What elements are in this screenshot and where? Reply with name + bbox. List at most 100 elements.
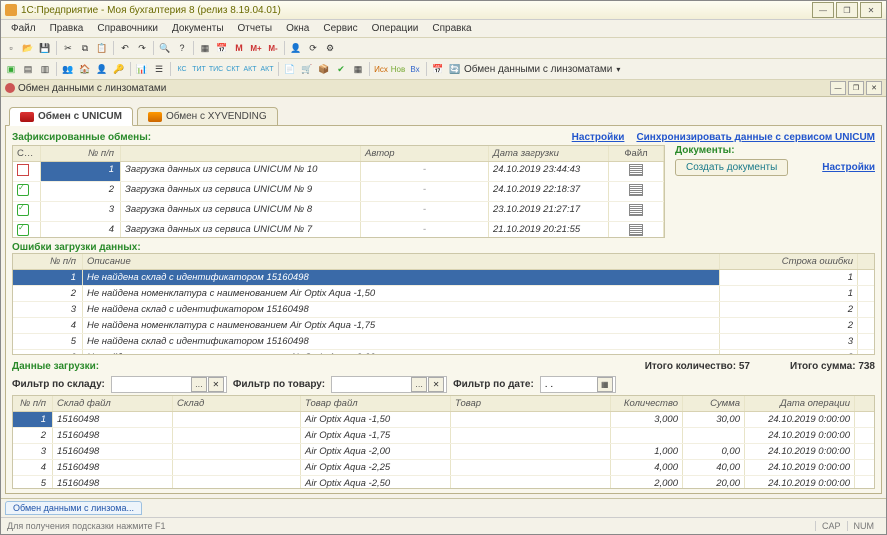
errors-grid[interactable]: № п/п Описание Строка ошибки 1Не найдена…: [12, 253, 875, 355]
tb2-2-icon[interactable]: ▤: [20, 61, 36, 77]
m-icon[interactable]: M: [231, 40, 247, 56]
col-num[interactable]: № п/п: [41, 146, 121, 161]
col-idx[interactable]: № п/п: [13, 396, 53, 411]
data-row[interactable]: 415160498Air Optix Aqua -2,254,00040,002…: [13, 460, 874, 476]
tb2-report-icon[interactable]: 📊: [134, 61, 150, 77]
col-err-line[interactable]: Строка ошибки: [720, 254, 858, 269]
tb2-doc-icon[interactable]: 📄: [282, 61, 298, 77]
tb2-tis-icon[interactable]: ТИС: [208, 61, 224, 77]
settings-link[interactable]: Настройки: [572, 132, 625, 143]
menu-edit[interactable]: Правка: [44, 22, 90, 35]
col-status[interactable]: Статус: [13, 146, 41, 161]
find-icon[interactable]: 🔍: [157, 40, 173, 56]
paste-icon[interactable]: 📋: [94, 40, 110, 56]
error-row[interactable]: 3Не найдена склад с идентификатором 1516…: [13, 302, 874, 318]
data-row[interactable]: 315160498Air Optix Aqua -2,001,0000,0024…: [13, 444, 874, 460]
dropdown-icon[interactable]: ▾: [613, 65, 623, 74]
tb2-sheet-icon[interactable]: ▦: [350, 61, 366, 77]
file-icon[interactable]: [629, 224, 643, 236]
file-icon[interactable]: [629, 184, 643, 196]
settings-icon[interactable]: ⚙: [322, 40, 338, 56]
file-icon[interactable]: [629, 204, 643, 216]
menu-ops[interactable]: Операции: [366, 22, 425, 35]
tb2-7-icon[interactable]: 🔑: [111, 61, 127, 77]
exchanges-grid[interactable]: Статус № п/п Автор Дата загрузки Файл 1З…: [12, 145, 665, 238]
filter-warehouse-input[interactable]: …✕: [111, 376, 227, 393]
toolbar2-label[interactable]: Обмен данными с линзоматами: [464, 64, 612, 75]
cut-icon[interactable]: ✂: [60, 40, 76, 56]
subwindow-titlebar[interactable]: Обмен данными с линзоматами — ❐ ✕: [1, 80, 886, 97]
file-icon[interactable]: [629, 164, 643, 176]
filter-date-input[interactable]: ▦: [540, 376, 616, 393]
calendar-icon[interactable]: 📅: [214, 40, 230, 56]
tb2-check-icon[interactable]: ✔: [333, 61, 349, 77]
date-picker-icon[interactable]: ▦: [597, 377, 613, 392]
col-sum[interactable]: Сумма: [683, 396, 745, 411]
warehouse-select-icon[interactable]: …: [191, 377, 207, 392]
col-author[interactable]: Автор: [361, 146, 489, 161]
product-clear-icon[interactable]: ✕: [428, 377, 444, 392]
menu-refs[interactable]: Справочники: [91, 22, 164, 35]
warehouse-clear-icon[interactable]: ✕: [208, 377, 224, 392]
docs-settings-link[interactable]: Настройки: [822, 162, 875, 173]
sub-restore-button[interactable]: ❐: [848, 81, 864, 95]
col-date[interactable]: Дата загрузки: [489, 146, 609, 161]
tb2-akt-icon[interactable]: АКТ: [242, 61, 258, 77]
menu-help[interactable]: Справка: [426, 22, 477, 35]
exchange-row[interactable]: 3Загрузка данных из сервиса UNICUM № 8-2…: [13, 202, 664, 222]
col-sklf[interactable]: Склад файл: [53, 396, 173, 411]
open-icon[interactable]: 📂: [20, 40, 36, 56]
menu-docs[interactable]: Документы: [166, 22, 230, 35]
product-select-icon[interactable]: …: [411, 377, 427, 392]
tb2-act-icon[interactable]: АКТ: [259, 61, 275, 77]
menu-file[interactable]: Файл: [5, 22, 42, 35]
menu-reports[interactable]: Отчеты: [232, 22, 279, 35]
sub-close-button[interactable]: ✕: [866, 81, 882, 95]
tb2-4-icon[interactable]: 👥: [60, 61, 76, 77]
tab-xyvending[interactable]: Обмен с XYVENDING: [137, 107, 278, 125]
data-grid[interactable]: № п/п Склад файл Склад Товар файл Товар …: [12, 395, 875, 489]
calc-icon[interactable]: ▦: [197, 40, 213, 56]
col-skl[interactable]: Склад: [173, 396, 301, 411]
mplus-icon[interactable]: M+: [248, 40, 264, 56]
tb2-tit-icon[interactable]: ТИТ: [191, 61, 207, 77]
col-err-desc[interactable]: Описание: [83, 254, 720, 269]
exchange-row[interactable]: 4Загрузка данных из сервиса UNICUM № 7-2…: [13, 222, 664, 237]
tb2-bx-icon[interactable]: Вх: [407, 61, 423, 77]
menu-windows[interactable]: Окна: [280, 22, 315, 35]
titlebar[interactable]: 1С:Предприятие - Моя бухгалтерия 8 (рели…: [1, 1, 886, 20]
exchange-row[interactable]: 1Загрузка данных из сервиса UNICUM № 10-…: [13, 162, 664, 182]
tb2-1-icon[interactable]: ▣: [3, 61, 19, 77]
close-button[interactable]: ✕: [860, 2, 882, 18]
col-tovf[interactable]: Товар файл: [301, 396, 451, 411]
refresh-icon[interactable]: ⟳: [305, 40, 321, 56]
data-row[interactable]: 515160498Air Optix Aqua -2,502,00020,002…: [13, 476, 874, 488]
tb2-3-icon[interactable]: ▥: [37, 61, 53, 77]
col-file[interactable]: Файл: [609, 146, 664, 161]
help-icon[interactable]: ?: [174, 40, 190, 56]
error-row[interactable]: 4Не найдена номенклатура с наименованием…: [13, 318, 874, 334]
col-tov[interactable]: Товар: [451, 396, 611, 411]
data-row[interactable]: 215160498Air Optix Aqua -1,7524.10.2019 …: [13, 428, 874, 444]
user-icon[interactable]: 👤: [288, 40, 304, 56]
exchange-row[interactable]: 2Загрузка данных из сервиса UNICUM № 9-2…: [13, 182, 664, 202]
save-icon[interactable]: 💾: [37, 40, 53, 56]
sync-link[interactable]: Синхронизировать данные с сервисом UNICU…: [636, 132, 875, 143]
maximize-button[interactable]: ❐: [836, 2, 858, 18]
tab-unicum[interactable]: Обмен с UNICUM: [9, 107, 133, 126]
window-tab-exchange[interactable]: Обмен данными с линзома...: [5, 501, 142, 515]
undo-icon[interactable]: ↶: [117, 40, 133, 56]
tb2-cal2-icon[interactable]: 📅: [430, 61, 446, 77]
col-dop[interactable]: Дата операции: [745, 396, 855, 411]
error-row[interactable]: 6Не найдена номенклатура с наименованием…: [13, 350, 874, 354]
redo-icon[interactable]: ↷: [134, 40, 150, 56]
tb2-box-icon[interactable]: 📦: [316, 61, 332, 77]
tb2-list-icon[interactable]: ☰: [151, 61, 167, 77]
new-icon[interactable]: ▫: [3, 40, 19, 56]
filter-product-input[interactable]: …✕: [331, 376, 447, 393]
data-row[interactable]: 115160498Air Optix Aqua -1,503,00030,002…: [13, 412, 874, 428]
minimize-button[interactable]: —: [812, 2, 834, 18]
tb2-ks-icon[interactable]: КС: [174, 61, 190, 77]
tb2-isx-icon[interactable]: Исх: [373, 61, 389, 77]
menu-service[interactable]: Сервис: [317, 22, 363, 35]
